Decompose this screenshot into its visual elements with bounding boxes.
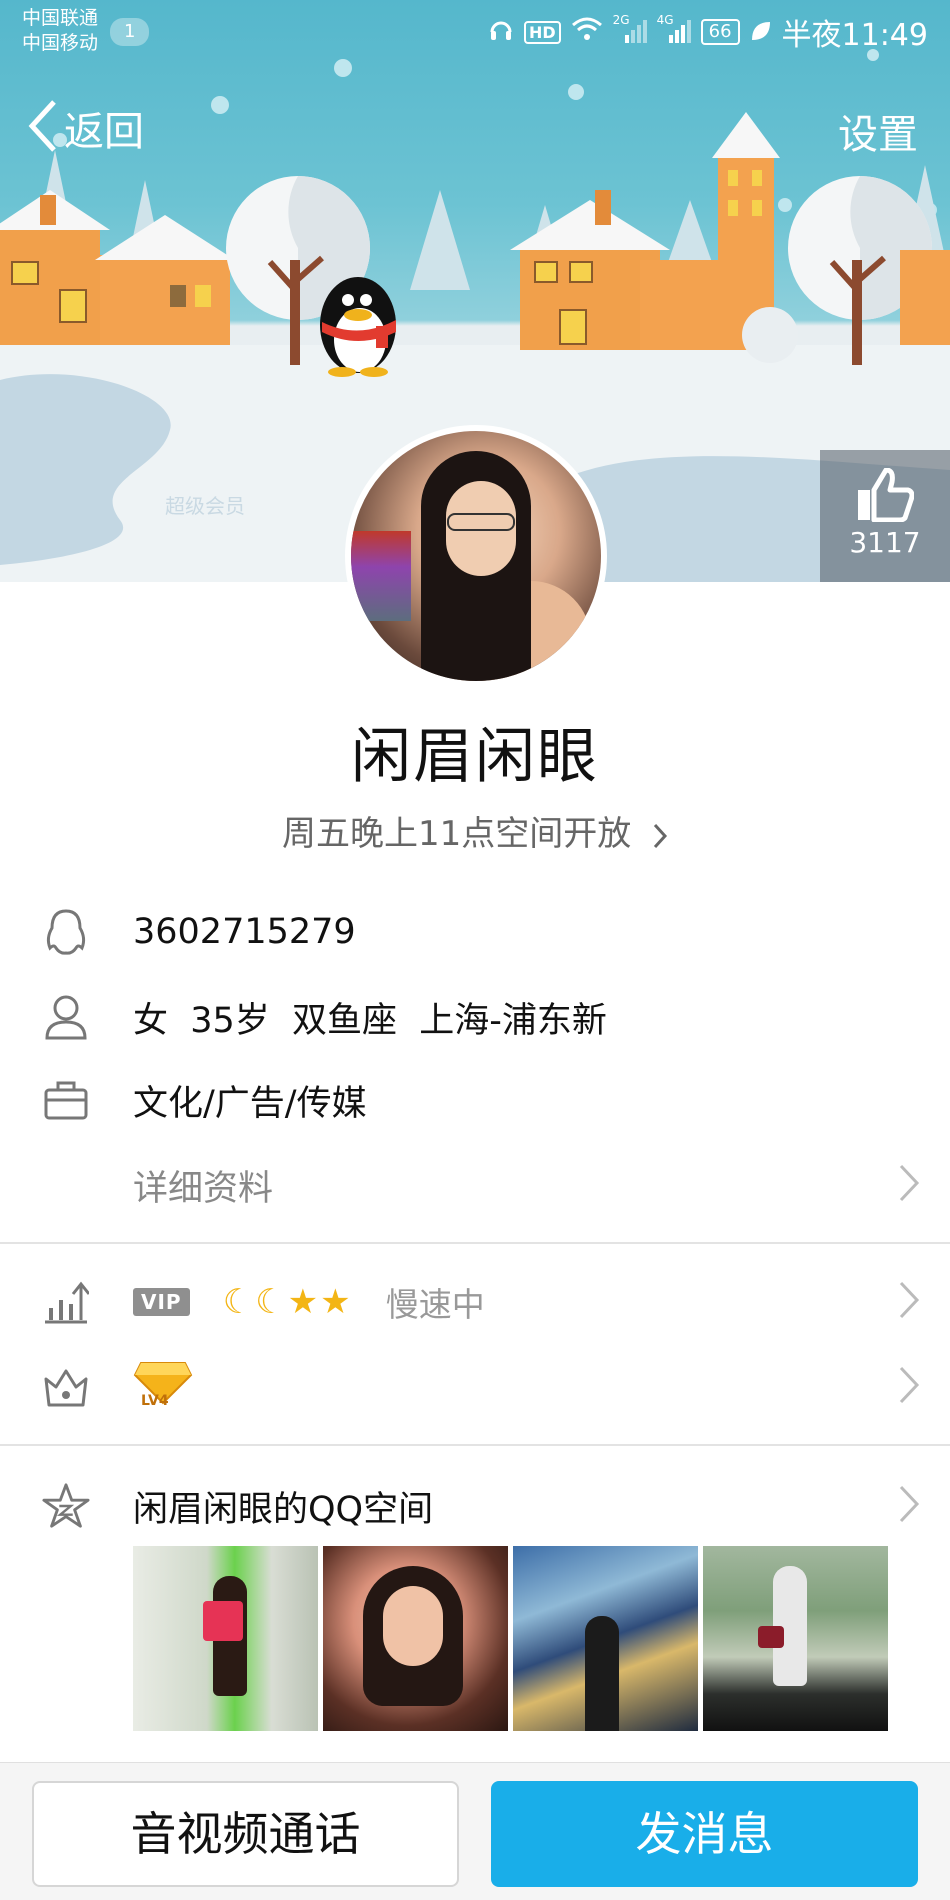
qzone-photo[interactable] xyxy=(323,1546,508,1731)
vip-level-info: VIP ☾☾★★ 慢速中 xyxy=(133,1278,485,1326)
status-icons: HD 2G 4G 66 半夜11:49 xyxy=(488,10,928,54)
signal-2g-icon: 2G xyxy=(613,13,647,48)
notification-badge: 1 xyxy=(110,18,150,46)
status-bar: 中国联通 中国移动 1 HD 2G 4G 66 半夜11:49 xyxy=(0,0,950,62)
like-button[interactable]: 3117 xyxy=(820,450,950,582)
carrier-1: 中国联通 xyxy=(22,7,99,29)
qzone-row[interactable]: 闲眉闲眼的QQ空间 xyxy=(0,1466,950,1546)
back-label: 返回 xyxy=(64,109,144,155)
speed-status: 慢速中 xyxy=(385,1285,485,1324)
network-2-label: 4G xyxy=(656,12,674,27)
like-count: 3117 xyxy=(849,526,921,559)
chevron-left-icon xyxy=(28,98,58,158)
qzone-photo[interactable] xyxy=(133,1546,318,1731)
headphones-icon xyxy=(488,15,514,50)
battery-icon: 66 xyxy=(700,19,740,45)
space-open-text: 周五晚上11点空间开放 xyxy=(281,814,632,854)
send-message-button[interactable]: 发消息 xyxy=(491,1781,918,1887)
chevron-right-icon xyxy=(898,1280,920,1324)
leaf-icon xyxy=(750,15,772,50)
profile-avatar[interactable] xyxy=(345,425,607,687)
space-open-link[interactable]: 周五晚上11点空间开放 xyxy=(0,806,950,855)
penguin-outline-icon xyxy=(42,908,90,956)
occupation: 文化/广告/传媒 xyxy=(133,1083,367,1124)
chevron-right-icon xyxy=(652,814,668,854)
person-icon xyxy=(42,993,90,1041)
chevron-right-icon xyxy=(898,1163,920,1207)
qzone-title: 闲眉闲眼的QQ空间 xyxy=(133,1489,434,1530)
profile-name: 闲眉闲眼 xyxy=(351,722,599,792)
qq-number-row: 3602715279 xyxy=(0,892,950,972)
clock: 半夜11:49 xyxy=(781,18,928,53)
basic-info: 女 35岁 双鱼座 上海-浦东新 xyxy=(133,1000,607,1041)
settings-button[interactable]: 设置 xyxy=(838,102,918,160)
qzone-photo[interactable] xyxy=(513,1546,698,1731)
details-label: 详细资料 xyxy=(133,1168,274,1209)
signal-4g-icon: 4G xyxy=(657,13,691,48)
thumbs-up-icon xyxy=(856,467,915,526)
level-chart-icon xyxy=(42,1278,90,1326)
details-row[interactable]: 详细资料 xyxy=(0,1145,950,1225)
crown-icon xyxy=(42,1363,90,1411)
vip-badge: VIP xyxy=(133,1288,190,1316)
video-call-button[interactable]: 音视频通话 xyxy=(32,1781,459,1887)
chevron-right-icon xyxy=(898,1484,920,1528)
qzone-photo[interactable] xyxy=(703,1546,888,1731)
network-1-label: 2G xyxy=(612,12,630,27)
bottom-action-bar: 音视频通话 发消息 xyxy=(0,1762,950,1900)
level-icons: ☾☾★★ xyxy=(222,1282,353,1322)
chevron-right-icon xyxy=(898,1365,920,1409)
divider xyxy=(0,1242,950,1244)
diamond-badge: LV4 xyxy=(133,1359,193,1416)
hd-icon: HD xyxy=(523,20,561,44)
occupation-row: 文化/广告/传媒 xyxy=(0,1060,950,1140)
vip-level-row[interactable]: VIP ☾☾★★ 慢速中 xyxy=(0,1262,950,1342)
back-button[interactable]: 返回 xyxy=(28,98,144,158)
wifi-icon xyxy=(571,15,603,50)
qzone-star-icon xyxy=(42,1482,90,1530)
briefcase-icon xyxy=(42,1076,90,1124)
divider xyxy=(0,1444,950,1446)
qq-number: 3602715279 xyxy=(133,912,356,952)
carrier-names: 中国联通 中国移动 xyxy=(22,6,98,56)
basic-info-row: 女 35岁 双鱼座 上海-浦东新 xyxy=(0,977,950,1057)
diamond-row[interactable]: LV4 xyxy=(0,1347,950,1427)
diamond-level: LV4 xyxy=(141,1392,169,1409)
carrier-2: 中国移动 xyxy=(22,32,99,54)
qzone-photos xyxy=(133,1546,888,1731)
banner-watermark: 超级会员 xyxy=(165,494,245,518)
